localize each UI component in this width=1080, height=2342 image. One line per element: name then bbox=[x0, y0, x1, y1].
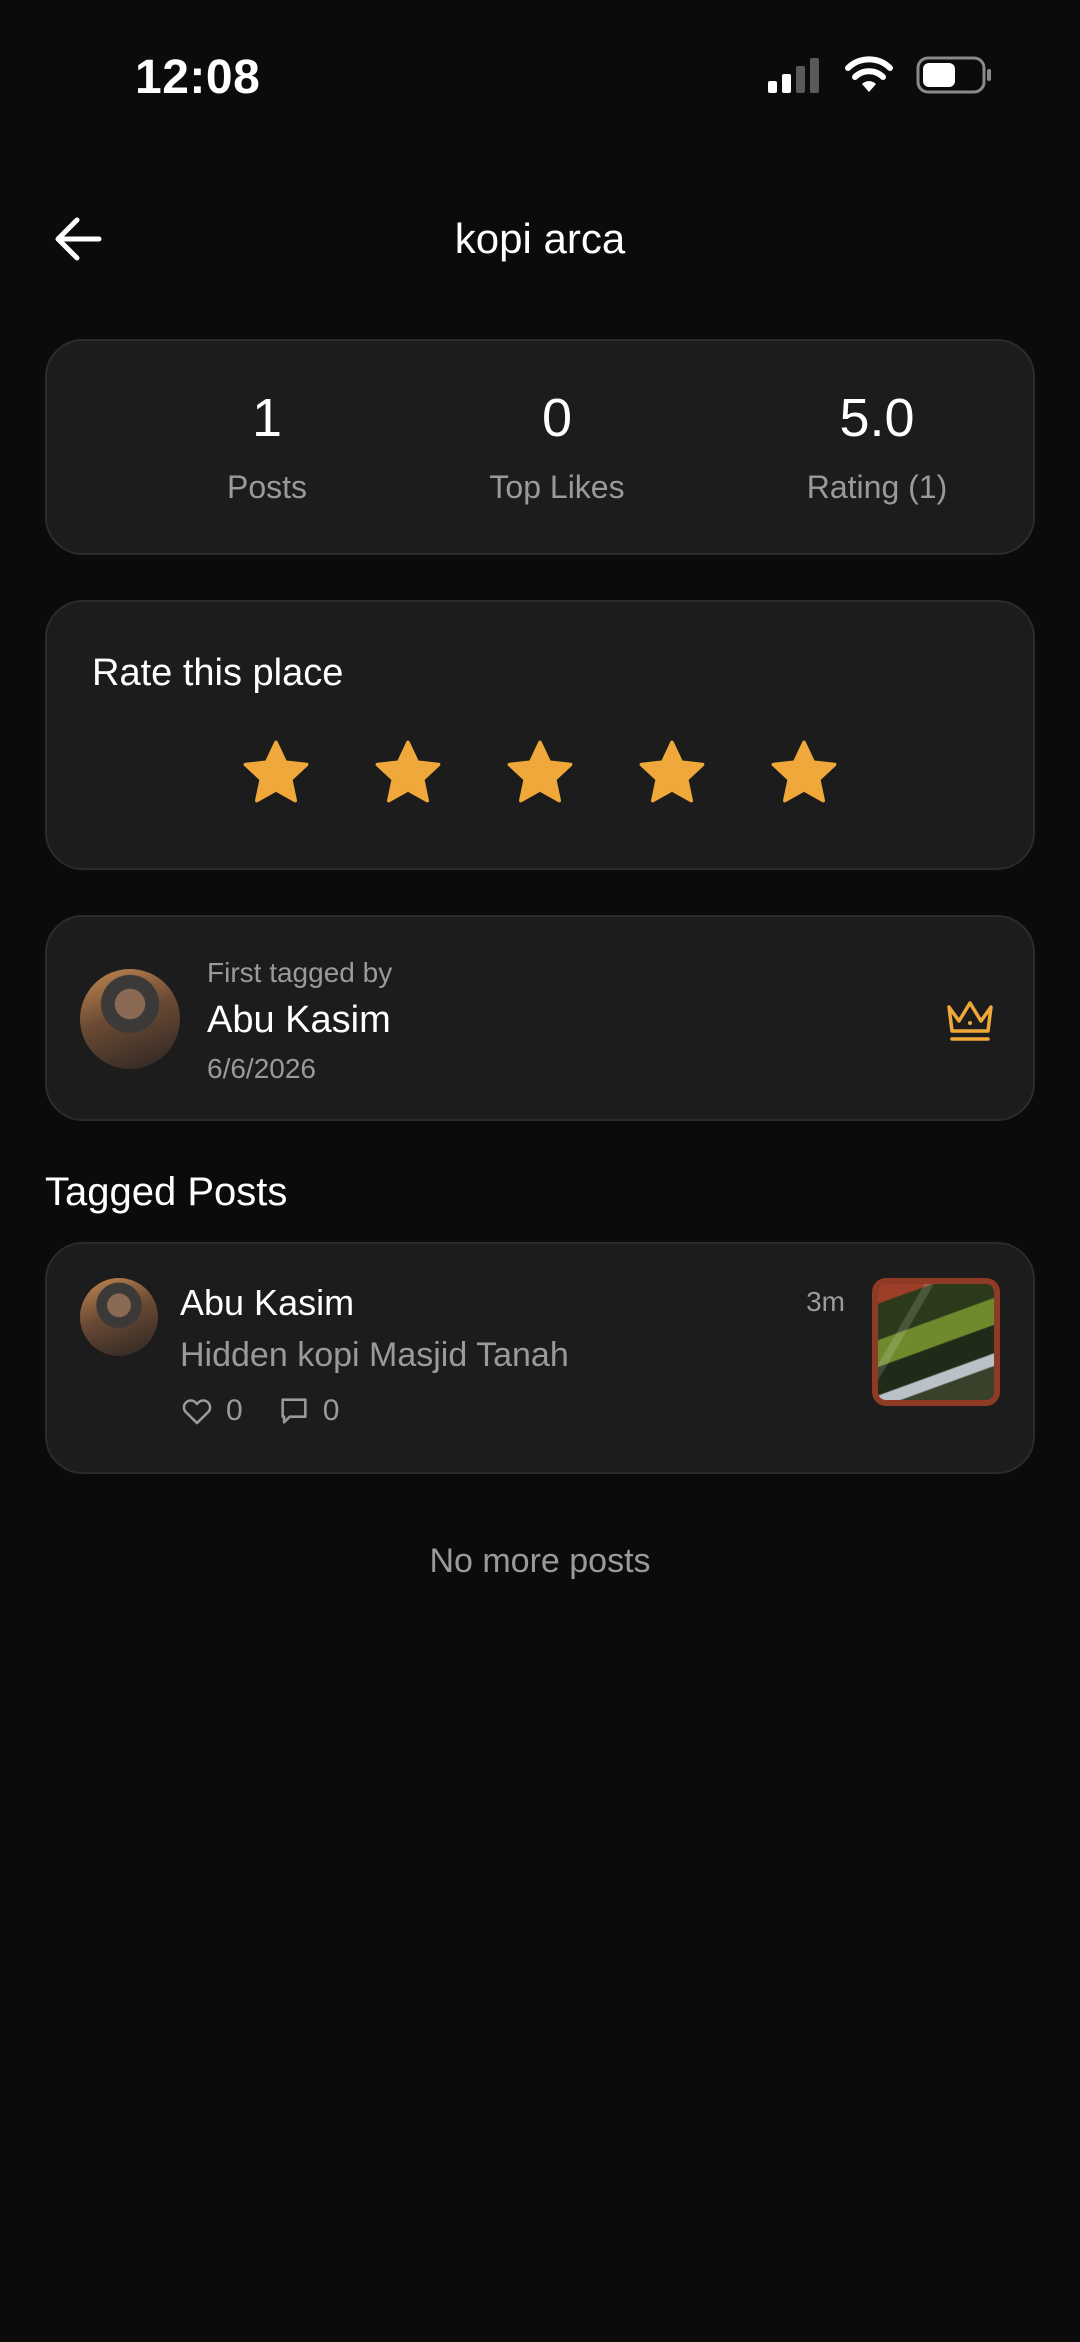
first-tagged-name[interactable]: Abu Kasim bbox=[207, 999, 391, 1042]
rate-title: Rate this place bbox=[92, 652, 344, 694]
post-time: 3m bbox=[806, 1286, 845, 1317]
rate-card: Rate this place bbox=[45, 600, 1035, 870]
stat-top-likes[interactable]: 0 Top Likes bbox=[407, 391, 707, 506]
comment-icon bbox=[281, 1398, 307, 1424]
battery-icon bbox=[916, 56, 991, 94]
page-title: kopi arca bbox=[454, 215, 626, 262]
stat-label: Posts bbox=[226, 469, 308, 505]
stats-card: 1 Posts 0 Top Likes 5.0 Rating (1) bbox=[45, 339, 1035, 555]
header: kopi arca bbox=[0, 195, 1080, 285]
star-icon-1[interactable] bbox=[240, 737, 312, 809]
no-more-posts-text: No more posts bbox=[429, 1542, 651, 1580]
crown-icon bbox=[947, 1001, 993, 1041]
stat-value: 1 bbox=[251, 388, 283, 448]
heart-icon bbox=[182, 1399, 212, 1425]
first-tagged-label: First tagged by bbox=[207, 957, 393, 988]
place-screen: 12:08 kopi arca 1 Posts 0 Top Likes 5.0 … bbox=[0, 0, 1080, 2342]
stat-value: 5.0 bbox=[839, 388, 915, 448]
star-icon-4[interactable] bbox=[636, 737, 708, 809]
stat-label: Rating (1) bbox=[806, 469, 948, 505]
stat-label: Top Likes bbox=[489, 469, 625, 505]
status-icons bbox=[766, 56, 992, 94]
stat-value: 0 bbox=[541, 388, 573, 448]
comment-button[interactable]: 0 bbox=[277, 1394, 340, 1428]
star-icon-5[interactable] bbox=[768, 737, 840, 809]
stat-posts[interactable]: 1 Posts bbox=[117, 391, 417, 506]
star-icon-2[interactable] bbox=[372, 737, 444, 809]
status-time: 12:08 bbox=[135, 51, 261, 104]
star-rating bbox=[47, 737, 1033, 809]
status-bar: 12:08 bbox=[0, 0, 1080, 160]
post-text: Hidden kopi Masjid Tanah bbox=[180, 1336, 569, 1374]
post-thumbnail[interactable] bbox=[872, 1278, 1000, 1406]
wifi-icon bbox=[845, 56, 893, 92]
avatar[interactable] bbox=[80, 1278, 158, 1356]
signal-icon bbox=[768, 58, 819, 93]
post-card[interactable]: Abu Kasim 3m Hidden kopi Masjid Tanah 0 … bbox=[45, 1242, 1035, 1474]
first-tagged-card[interactable]: First tagged by Abu Kasim 6/6/2026 bbox=[45, 915, 1035, 1121]
like-button[interactable]: 0 bbox=[180, 1394, 243, 1428]
avatar[interactable] bbox=[80, 969, 180, 1069]
section-title-tagged-posts: Tagged Posts bbox=[45, 1170, 288, 1214]
post-author[interactable]: Abu Kasim bbox=[180, 1282, 354, 1324]
star-icon-3[interactable] bbox=[504, 737, 576, 809]
like-count: 0 bbox=[226, 1394, 243, 1427]
comment-count: 0 bbox=[322, 1394, 340, 1427]
stat-rating[interactable]: 5.0 Rating (1) bbox=[727, 391, 1027, 506]
post-actions: 0 0 bbox=[180, 1394, 339, 1428]
first-tagged-date: 6/6/2026 bbox=[207, 1053, 316, 1084]
